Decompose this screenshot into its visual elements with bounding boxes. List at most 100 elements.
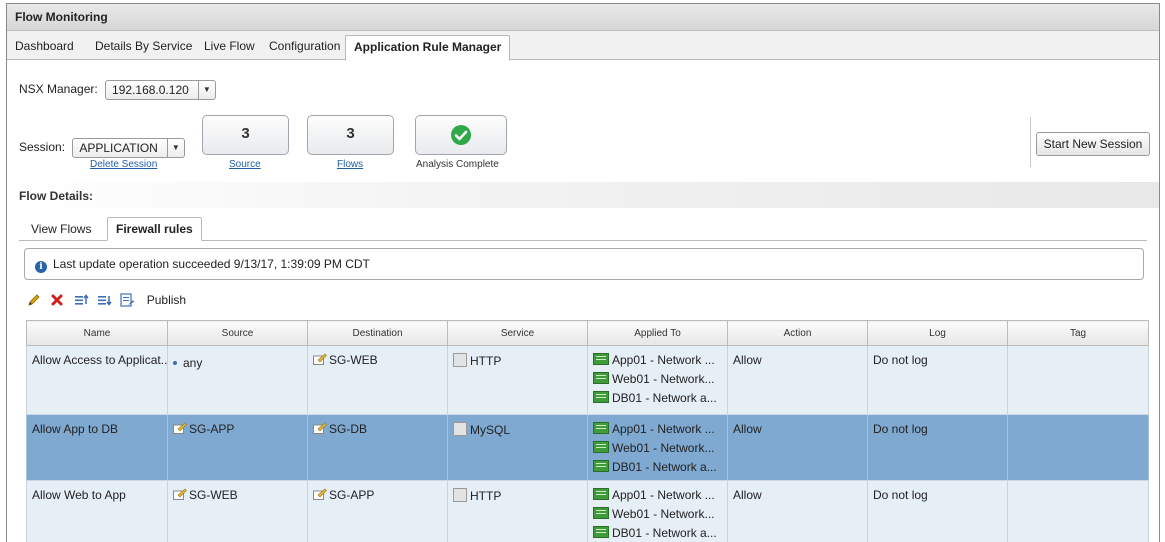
security-group-icon <box>173 488 187 500</box>
rule-log: Do not log <box>868 346 1008 415</box>
column-header-log[interactable]: Log <box>868 321 1008 346</box>
service-icon <box>453 422 467 436</box>
rule-destination-value: SG-APP <box>329 488 374 502</box>
session-value: APPLICATION <box>79 141 157 155</box>
session-label: Session: <box>19 140 65 154</box>
rule-source: SG-WEB <box>168 481 308 542</box>
security-group-icon <box>173 422 187 434</box>
delete-icon[interactable] <box>49 292 65 308</box>
source-link[interactable]: Source <box>229 159 261 170</box>
flow-details-tabs: View Flows Firewall rules <box>19 216 1147 241</box>
column-header-name[interactable]: Name <box>27 321 168 346</box>
chevron-down-icon[interactable]: ▼ <box>167 139 184 157</box>
flows-count-card[interactable]: 3 <box>307 115 394 155</box>
rule-tag <box>1008 346 1149 415</box>
move-up-icon[interactable] <box>73 292 89 308</box>
rule-service: MySQL <box>448 415 588 481</box>
rule-source-value: SG-APP <box>189 422 234 436</box>
table-row[interactable]: Allow Access to Applicat... any SG-WEB H… <box>27 346 1149 415</box>
status-message: Last update operation succeeded 9/13/17,… <box>53 257 370 271</box>
rule-applied-to: App01 - Network ... Web01 - Network... D… <box>588 346 728 415</box>
rule-destination: SG-DB <box>308 415 448 481</box>
flow-details-heading: Flow Details: <box>19 189 93 203</box>
vm-nic-icon <box>593 488 609 500</box>
session-row: Session: APPLICATION ▼ <box>19 138 185 158</box>
table-row[interactable]: Allow Web to App SG-WEB SG-APP HTTP App0… <box>27 481 1149 542</box>
edit-pencil-icon[interactable] <box>26 292 42 308</box>
rule-destination-value: SG-WEB <box>329 353 378 367</box>
rule-tag <box>1008 415 1149 481</box>
column-header-source[interactable]: Source <box>168 321 308 346</box>
publish-icon[interactable] <box>119 292 135 308</box>
rule-source-value: any <box>183 356 202 370</box>
nsx-manager-value: 192.168.0.120 <box>112 83 189 97</box>
rule-name: Allow Web to App <box>27 481 168 542</box>
rule-source-value: SG-WEB <box>189 488 238 502</box>
vm-nic-icon <box>593 507 609 519</box>
applied-to-item: Web01 - Network... <box>612 441 714 455</box>
applied-to-item: App01 - Network ... <box>612 422 715 436</box>
vm-nic-icon <box>593 372 609 384</box>
column-header-action[interactable]: Action <box>728 321 868 346</box>
security-group-icon <box>313 422 327 434</box>
rule-source: SG-APP <box>168 415 308 481</box>
applied-to-item: DB01 - Network a... <box>612 526 717 540</box>
column-header-tag[interactable]: Tag <box>1008 321 1149 346</box>
applied-to-item: DB01 - Network a... <box>612 391 717 405</box>
delete-session-link[interactable]: Delete Session <box>90 159 157 170</box>
nsx-manager-row: NSX Manager: 192.168.0.120 ▼ <box>19 80 216 100</box>
table-row-selected[interactable]: Allow App to DB SG-APP SG-DB MySQL App01… <box>27 415 1149 481</box>
vm-nic-icon <box>593 460 609 472</box>
move-down-icon[interactable] <box>96 292 112 308</box>
analysis-status-card <box>415 115 507 155</box>
check-circle-icon <box>450 124 472 146</box>
rule-applied-to: App01 - Network ... Web01 - Network... D… <box>588 481 728 542</box>
rule-action: Allow <box>728 415 868 481</box>
applied-to-item: App01 - Network ... <box>612 353 715 367</box>
analysis-status-label: Analysis Complete <box>416 159 499 170</box>
rules-toolbar: Publish <box>26 292 186 310</box>
firewall-rules-table: Name Source Destination Service Applied … <box>26 320 1149 542</box>
tab-view-flows[interactable]: View Flows <box>31 222 91 236</box>
rule-service-value: MySQL <box>470 423 510 437</box>
rule-destination: SG-APP <box>308 481 448 542</box>
main-tabs: Dashboard Details By Service Live Flow C… <box>7 31 1159 60</box>
panel-title: Flow Monitoring <box>7 4 1159 31</box>
column-header-destination[interactable]: Destination <box>308 321 448 346</box>
table-header-row: Name Source Destination Service Applied … <box>27 321 1149 346</box>
service-icon <box>453 353 467 367</box>
tab-dashboard[interactable]: Dashboard <box>15 39 74 53</box>
rule-service: HTTP <box>448 346 588 415</box>
applied-to-item: App01 - Network ... <box>612 488 715 502</box>
rule-action: Allow <box>728 346 868 415</box>
vm-nic-icon <box>593 526 609 538</box>
tab-application-rule-manager[interactable]: Application Rule Manager <box>345 35 510 61</box>
column-header-applied-to[interactable]: Applied To <box>588 321 728 346</box>
rule-source: any <box>168 346 308 415</box>
tab-firewall-rules[interactable]: Firewall rules <box>107 217 202 241</box>
publish-button[interactable]: Publish <box>147 293 186 307</box>
tab-live-flow[interactable]: Live Flow <box>204 39 255 53</box>
status-message-bar: i Last update operation succeeded 9/13/17… <box>24 248 1144 280</box>
column-header-service[interactable]: Service <box>448 321 588 346</box>
nsx-manager-select[interactable]: 192.168.0.120 ▼ <box>105 80 216 100</box>
rule-service-value: HTTP <box>470 489 501 503</box>
vm-nic-icon <box>593 441 609 453</box>
rule-destination-value: SG-DB <box>329 422 367 436</box>
divider <box>1030 117 1031 167</box>
tab-details-by-service[interactable]: Details By Service <box>95 39 192 53</box>
rule-applied-to: App01 - Network ... Web01 - Network... D… <box>588 415 728 481</box>
info-icon: i <box>35 261 47 273</box>
flows-link[interactable]: Flows <box>337 159 363 170</box>
security-group-icon <box>313 488 327 500</box>
rule-name: Allow App to DB <box>27 415 168 481</box>
start-new-session-button[interactable]: Start New Session <box>1036 132 1150 156</box>
rule-destination: SG-WEB <box>308 346 448 415</box>
session-select[interactable]: APPLICATION ▼ <box>72 138 184 158</box>
tab-configuration[interactable]: Configuration <box>269 39 340 53</box>
source-count-card[interactable]: 3 <box>202 115 289 155</box>
any-icon <box>173 361 177 365</box>
service-icon <box>453 488 467 502</box>
vm-nic-icon <box>593 422 609 434</box>
chevron-down-icon[interactable]: ▼ <box>198 81 215 99</box>
